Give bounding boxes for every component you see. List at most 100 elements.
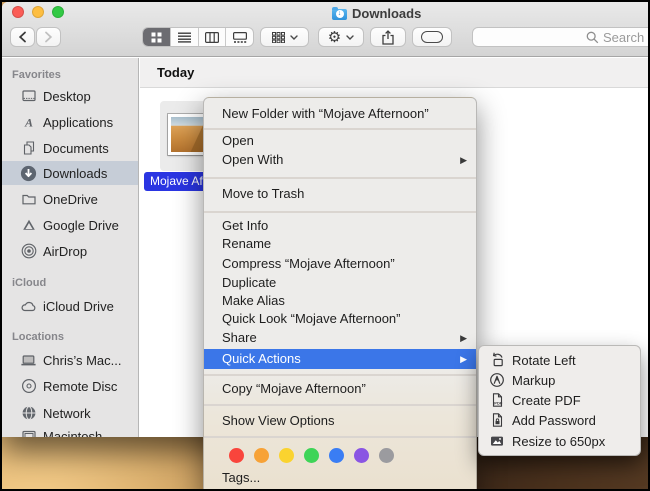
sidebar-item-label: iCloud Drive xyxy=(43,299,114,314)
window-title-area: ↓ Downloads xyxy=(332,5,421,21)
column-view-button[interactable] xyxy=(199,28,227,46)
menu-separator xyxy=(204,436,476,438)
back-button[interactable] xyxy=(10,27,35,47)
menu-item-make-alias[interactable]: Make Alias xyxy=(204,292,476,310)
search-input[interactable] xyxy=(472,27,650,47)
sidebar-item-documents[interactable]: Documents xyxy=(2,136,139,160)
tag-color-blue[interactable] xyxy=(329,448,344,463)
group-header: Today xyxy=(157,58,194,87)
minimize-button[interactable] xyxy=(32,6,44,18)
menu-item-show-view-options[interactable]: Show View Options xyxy=(204,412,476,430)
sidebar-item-downloads[interactable]: Downloads xyxy=(2,161,139,185)
submenu-item-label: Resize to 650px xyxy=(512,434,605,449)
sidebar-item-label: Network xyxy=(43,406,91,421)
sidebar-item-google-drive[interactable]: Google Drive xyxy=(2,213,139,237)
tag-color-gray[interactable] xyxy=(379,448,394,463)
sidebar-item-airdrop[interactable]: AirDrop xyxy=(2,239,139,263)
tag-color-purple[interactable] xyxy=(354,448,369,463)
zoom-button[interactable] xyxy=(52,6,64,18)
chevron-right-icon xyxy=(44,31,53,43)
sidebar-item-remote-disc[interactable]: Remote Disc xyxy=(2,374,139,398)
sidebar-item-label: Remote Disc xyxy=(43,379,117,394)
group-by-icon xyxy=(272,32,285,43)
menu-item-rename[interactable]: Rename xyxy=(204,235,476,253)
sidebar-section-locations: Locations xyxy=(12,329,64,345)
sidebar-item-label: Desktop xyxy=(43,89,91,104)
submenu-arrow-icon: ▶ xyxy=(460,349,467,369)
sidebar: Favorites Desktop A Applications Documen… xyxy=(2,58,139,437)
tag-color-red[interactable] xyxy=(229,448,244,463)
sidebar-item-mac[interactable]: Chris’s Mac... xyxy=(2,348,139,372)
close-button[interactable] xyxy=(12,6,24,18)
sidebar-item-network[interactable]: Network xyxy=(2,401,139,425)
submenu-item-markup[interactable]: Markup xyxy=(479,370,640,390)
menu-item-duplicate[interactable]: Duplicate xyxy=(204,274,476,292)
sidebar-item-label: Downloads xyxy=(43,166,107,181)
submenu-item-rotate-left[interactable]: Rotate Left xyxy=(479,350,640,370)
gear-icon: ⚙ xyxy=(328,30,341,45)
action-menu-button[interactable]: ⚙ xyxy=(318,27,364,47)
sidebar-item-label: Google Drive xyxy=(43,218,119,233)
search-icon xyxy=(586,31,599,44)
network-globe-icon xyxy=(20,405,37,422)
menu-item-share[interactable]: Share▶ xyxy=(204,329,476,347)
menu-item-move-to-trash[interactable]: Move to Trash xyxy=(204,185,476,203)
menu-item-open-with[interactable]: Open With▶ xyxy=(204,151,476,169)
create-pdf-icon: PDF xyxy=(489,392,505,408)
submenu-arrow-icon: ▶ xyxy=(460,151,467,169)
documents-icon xyxy=(20,140,37,157)
menu-item-compress[interactable]: Compress “Mojave Afternoon” xyxy=(204,255,476,273)
gallery-view-icon xyxy=(233,32,247,43)
menu-item-open[interactable]: Open xyxy=(204,132,476,150)
submenu-item-label: Markup xyxy=(512,373,555,388)
column-view-icon xyxy=(205,32,219,43)
gallery-view-button[interactable] xyxy=(226,28,253,46)
submenu-item-label: Create PDF xyxy=(512,393,581,408)
title-bar: ↓ Downloads xyxy=(2,2,650,57)
menu-separator xyxy=(204,404,476,406)
menu-separator xyxy=(204,128,476,130)
menu-item-quick-actions[interactable]: Quick Actions▶ xyxy=(204,349,476,369)
edit-tags-button[interactable] xyxy=(412,27,452,47)
menu-item-quick-look[interactable]: Quick Look “Mojave Afternoon” xyxy=(204,310,476,328)
submenu-item-resize[interactable]: Resize to 650px xyxy=(479,431,640,451)
tag-color-orange[interactable] xyxy=(254,448,269,463)
sidebar-section-icloud: iCloud xyxy=(12,275,46,291)
forward-button[interactable] xyxy=(36,27,61,47)
sidebar-item-desktop[interactable]: Desktop xyxy=(2,84,139,108)
menu-item-tags[interactable]: Tags... xyxy=(204,469,476,487)
add-password-icon xyxy=(489,412,505,428)
sidebar-item-icloud-drive[interactable]: iCloud Drive xyxy=(2,294,139,318)
menu-item-copy[interactable]: Copy “Mojave Afternoon” xyxy=(204,380,476,398)
sidebar-section-favorites: Favorites xyxy=(12,67,61,83)
rotate-left-icon xyxy=(489,352,505,368)
sidebar-item-applications[interactable]: A Applications xyxy=(2,110,139,134)
downloads-folder-icon: ↓ xyxy=(332,9,347,20)
tag-icon xyxy=(421,31,443,43)
sidebar-item-label: Documents xyxy=(43,141,109,156)
tag-color-green[interactable] xyxy=(304,448,319,463)
tag-color-yellow[interactable] xyxy=(279,448,294,463)
menu-item-new-folder-with[interactable]: New Folder with “Mojave Afternoon” xyxy=(204,105,476,123)
applications-icon: A xyxy=(20,114,37,131)
list-view-button[interactable] xyxy=(171,28,199,46)
resize-image-icon xyxy=(489,433,505,449)
submenu-item-add-password[interactable]: Add Password xyxy=(479,410,640,430)
sidebar-item-macintosh[interactable]: Macintosh xyxy=(2,424,139,437)
icon-view-button[interactable] xyxy=(143,28,171,46)
screenshot: ↓ Downloads xyxy=(0,0,650,491)
submenu-item-create-pdf[interactable]: PDF Create PDF xyxy=(479,390,640,410)
airdrop-icon xyxy=(20,243,37,260)
sidebar-item-onedrive[interactable]: OneDrive xyxy=(2,187,139,211)
view-switcher xyxy=(142,27,254,47)
chevron-down-icon xyxy=(346,35,354,40)
group-button[interactable] xyxy=(260,27,309,47)
menu-item-get-info[interactable]: Get Info xyxy=(204,217,476,235)
desktop-icon xyxy=(20,88,37,105)
hard-drive-icon xyxy=(20,428,37,438)
google-drive-icon xyxy=(20,217,37,234)
search-field[interactable] xyxy=(472,27,650,47)
grid-view-icon xyxy=(151,32,162,43)
sidebar-item-label: Chris’s Mac... xyxy=(43,353,122,368)
share-button[interactable] xyxy=(370,27,406,47)
